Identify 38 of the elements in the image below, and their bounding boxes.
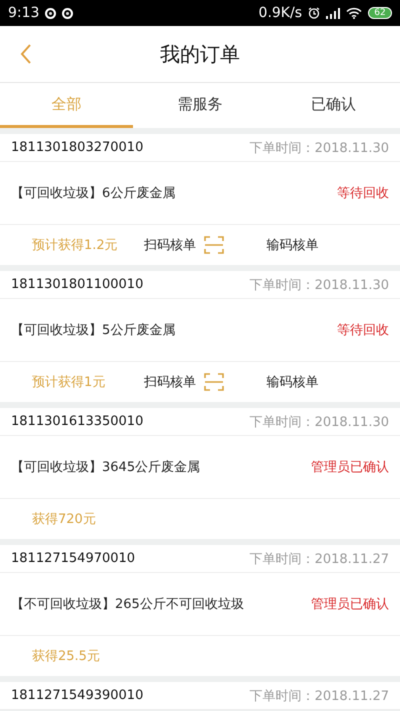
input-code-button[interactable]: 输码核单 <box>266 236 389 254</box>
order-date: 下单时间：2018.11.27 <box>250 688 389 704</box>
scan-button[interactable]: 扫码核单 <box>144 373 266 391</box>
notification-icon <box>62 8 74 18</box>
back-icon[interactable] <box>20 44 32 64</box>
input-code-button[interactable]: 输码核单 <box>266 373 389 391</box>
order-number: 1811301803270010 <box>11 140 144 155</box>
order-status: 管理员已确认 <box>311 596 389 613</box>
wifi-icon <box>346 7 362 19</box>
order-status: 等待回收 <box>337 185 389 202</box>
signal-icon <box>326 8 340 18</box>
scan-button[interactable]: 扫码核单 <box>144 236 266 254</box>
order-date: 下单时间：2018.11.27 <box>250 550 389 568</box>
order-date: 下单时间：2018.11.30 <box>250 276 389 294</box>
order-date: 下单时间：2018.11.30 <box>250 140 389 156</box>
order-date: 下单时间：2018.11.30 <box>250 414 389 430</box>
order-status: 等待回收 <box>337 322 389 339</box>
page-title: 我的订单 <box>160 40 240 68</box>
earnings-amount: 预计获得1元 <box>32 374 106 391</box>
earnings-amount: 预计获得1.2元 <box>32 237 119 254</box>
alarm-icon <box>308 7 320 19</box>
notification-icon <box>45 8 56 18</box>
network-speed: 0.9K/s <box>258 5 302 21</box>
order-item: 【可回收垃圾】3645公斤废金属 <box>11 459 200 476</box>
battery-indicator: 62 <box>368 7 392 19</box>
order-status: 管理员已确认 <box>311 459 389 476</box>
clock: 9:13 <box>8 5 40 21</box>
order-item: 【可回收垃圾】6公斤废金属 <box>11 185 176 202</box>
scan-icon <box>204 236 224 254</box>
order-number: 1811271549390010 <box>11 688 144 703</box>
scan-icon <box>204 373 224 391</box>
earnings-amount: 获得25.5元 <box>32 648 101 665</box>
order-item: 【不可回收垃圾】265公斤不可回收垃圾 <box>11 596 244 613</box>
earnings-amount: 获得720元 <box>32 511 97 528</box>
order-number: 181127154970010 <box>11 551 136 566</box>
order-number: 1811301613350010 <box>11 414 144 429</box>
order-number: 1811301801100010 <box>11 277 144 292</box>
order-item: 【可回收垃圾】5公斤废金属 <box>11 322 176 339</box>
